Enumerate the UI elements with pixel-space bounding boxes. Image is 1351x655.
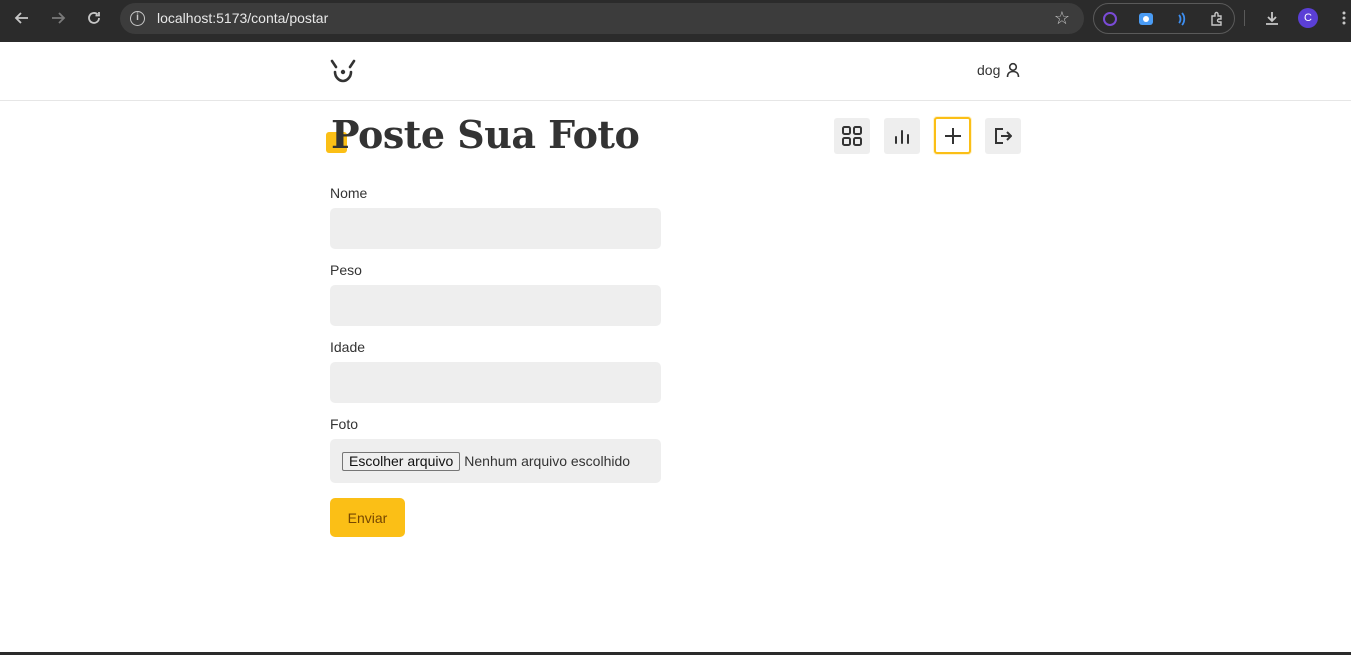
browser-toolbar: i localhost:5173/conta/postar ☆ C: [0, 0, 1351, 42]
file-status-text: Nenhum arquivo escolhido: [464, 453, 631, 469]
weight-input[interactable]: [330, 285, 661, 326]
name-label: Nome: [330, 185, 368, 201]
age-input[interactable]: [330, 362, 661, 403]
username: dog: [977, 62, 1001, 78]
back-icon[interactable]: [8, 4, 36, 32]
site-info-icon[interactable]: i: [130, 11, 145, 26]
extension-camera-icon[interactable]: [1138, 11, 1154, 27]
age-label: Idade: [330, 339, 366, 355]
forward-icon[interactable]: [44, 4, 72, 32]
post-photo-form: Nome Peso Idade Foto Escolher arquivo Ne…: [330, 184, 661, 537]
extension-wave-icon[interactable]: [1174, 11, 1190, 27]
person-icon: [1007, 62, 1020, 78]
weight-label: Peso: [330, 262, 362, 278]
toolbar-divider: [1244, 10, 1245, 26]
url-text[interactable]: localhost:5173/conta/postar: [157, 10, 328, 26]
stats-icon: [895, 130, 909, 144]
logout-button[interactable]: [985, 118, 1021, 154]
add-photo-button[interactable]: [934, 117, 971, 154]
page-title: Poste Sua Foto: [331, 112, 640, 157]
name-input[interactable]: [330, 208, 661, 249]
profile-avatar[interactable]: C: [1298, 8, 1318, 28]
plus-icon: [944, 127, 961, 144]
choose-file-button[interactable]: Escolher arquivo: [342, 451, 461, 471]
site-header: dog: [0, 42, 1351, 101]
dog-face-logo[interactable]: [330, 58, 356, 84]
extensions-puzzle-icon[interactable]: [1209, 11, 1225, 27]
address-bar[interactable]: i localhost:5173/conta/postar ☆: [120, 3, 1084, 34]
logout-icon: [995, 128, 1012, 144]
stats-button[interactable]: [884, 118, 920, 154]
menu-kebab-icon[interactable]: [1330, 4, 1351, 32]
page-title-block: Poste Sua Foto: [326, 110, 640, 157]
reload-icon[interactable]: [80, 4, 108, 32]
photo-label: Foto: [330, 416, 359, 432]
submit-button[interactable]: Enviar: [330, 498, 405, 537]
extension-circle-icon[interactable]: [1102, 11, 1118, 27]
grid-icon: [842, 126, 862, 146]
user-account-link[interactable]: dog: [977, 62, 1020, 78]
photo-file-input: Escolher arquivo Nenhum arquivo escolhid…: [330, 439, 661, 483]
bookmark-star-icon[interactable]: ☆: [1054, 8, 1070, 29]
extensions-group: [1093, 3, 1235, 34]
download-icon[interactable]: [1258, 4, 1286, 32]
feed-grid-button[interactable]: [834, 118, 870, 154]
